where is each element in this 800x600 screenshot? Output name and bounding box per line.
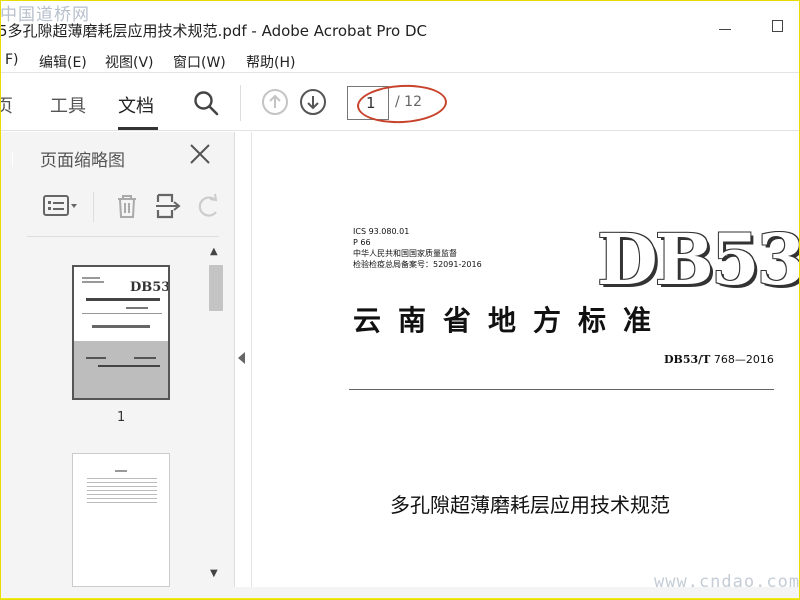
page-thumbnail-2[interactable] xyxy=(72,453,170,587)
p-code: P 66 xyxy=(353,238,371,247)
thumbnail-overlay-lines xyxy=(86,357,160,367)
tab-document[interactable]: 文档 xyxy=(118,92,154,118)
close-icon[interactable] xyxy=(189,143,211,165)
acrobat-window: 5多孔隙超薄磨耗层应用技术规范.pdf - Adobe Acrobat Pro … xyxy=(1,1,799,598)
delete-icon[interactable] xyxy=(113,192,141,220)
previous-page-icon[interactable] xyxy=(261,88,289,116)
scrollbar-thumb[interactable] xyxy=(209,265,223,311)
collapse-pane-icon[interactable] xyxy=(238,352,245,364)
scroll-down-icon[interactable]: ▼ xyxy=(210,568,218,579)
scroll-up-icon[interactable]: ▲ xyxy=(210,246,218,257)
menu-window[interactable]: 窗口(W) xyxy=(173,52,226,72)
search-icon[interactable] xyxy=(193,90,219,116)
menu-bar: F) 编辑(E) 视图(V) 窗口(W) 帮助(H) xyxy=(1,45,799,73)
toolbar-separator xyxy=(240,85,241,121)
svg-text:DB53: DB53 xyxy=(130,280,168,295)
title-bar: 5多孔隙超薄磨耗层应用技术规范.pdf - Adobe Acrobat Pro … xyxy=(1,1,799,45)
menu-file[interactable]: F) xyxy=(5,52,19,68)
menu-help[interactable]: 帮助(H) xyxy=(246,52,295,72)
issuer-line-1: 中华人民共和国国家质量监督 xyxy=(353,249,457,258)
pane-tool-separator xyxy=(93,192,94,222)
options-menu-icon[interactable] xyxy=(41,192,81,220)
insert-page-icon[interactable] xyxy=(155,192,183,220)
document-view: ICS 93.080.01 P 66 中华人民共和国国家质量监督 检验检疫总局备… xyxy=(251,132,799,587)
pane-title: 页面缩略图 xyxy=(40,151,125,171)
tab-home[interactable]: 页 xyxy=(1,92,13,118)
standard-code-logo: DB53 xyxy=(597,218,799,301)
issuer-line-2: 检验检疫总局备案号：52091-2016 xyxy=(353,260,482,269)
document-subject: 多孔隙超薄磨耗层应用技术规范 xyxy=(390,493,670,517)
next-page-icon[interactable] xyxy=(299,88,327,116)
watermark-top: 中国道桥网 xyxy=(0,5,90,25)
maximize-icon[interactable] xyxy=(772,20,783,32)
tab-tools[interactable]: 工具 xyxy=(50,92,86,118)
menu-edit[interactable]: 编辑(E) xyxy=(39,52,87,72)
thumbnail-pane: 页面缩略图 DB53 1 ▲ ▼ xyxy=(13,132,235,587)
standard-category-title: 云南省地方标准 xyxy=(353,304,669,337)
page-thumbnail-1[interactable]: DB53 xyxy=(72,265,170,400)
standard-number-prefix: DB53/T xyxy=(664,353,711,366)
page-thumbnail-label: 1 xyxy=(117,410,126,425)
document-rule xyxy=(349,389,774,390)
thumbnail-preview xyxy=(87,470,157,503)
ics-code: ICS 93.080.01 xyxy=(353,227,410,236)
standard-number: DB53/T 768—2016 xyxy=(664,353,774,366)
active-tab-indicator xyxy=(118,127,158,130)
minimize-icon[interactable] xyxy=(719,29,731,30)
document-header-codes: ICS 93.080.01 P 66 中华人民共和国国家质量监督 检验检疫总局备… xyxy=(353,226,482,270)
thumbnail-selection-overlay xyxy=(74,341,168,398)
watermark-bottom: www.cndao.com xyxy=(654,572,800,592)
pane-edge xyxy=(1,132,13,587)
pane-divider xyxy=(27,236,219,237)
menu-view[interactable]: 视图(V) xyxy=(105,52,154,72)
standard-number-value: 768—2016 xyxy=(713,353,774,366)
thumbnail-preview: DB53 xyxy=(82,277,168,328)
rotate-icon[interactable] xyxy=(195,192,221,220)
